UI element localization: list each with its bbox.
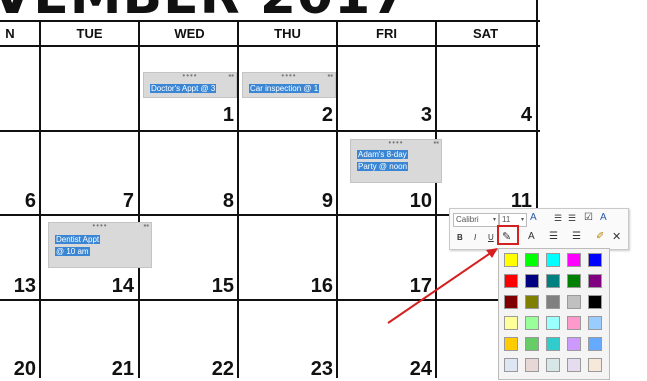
callout-arrow [387,248,498,324]
